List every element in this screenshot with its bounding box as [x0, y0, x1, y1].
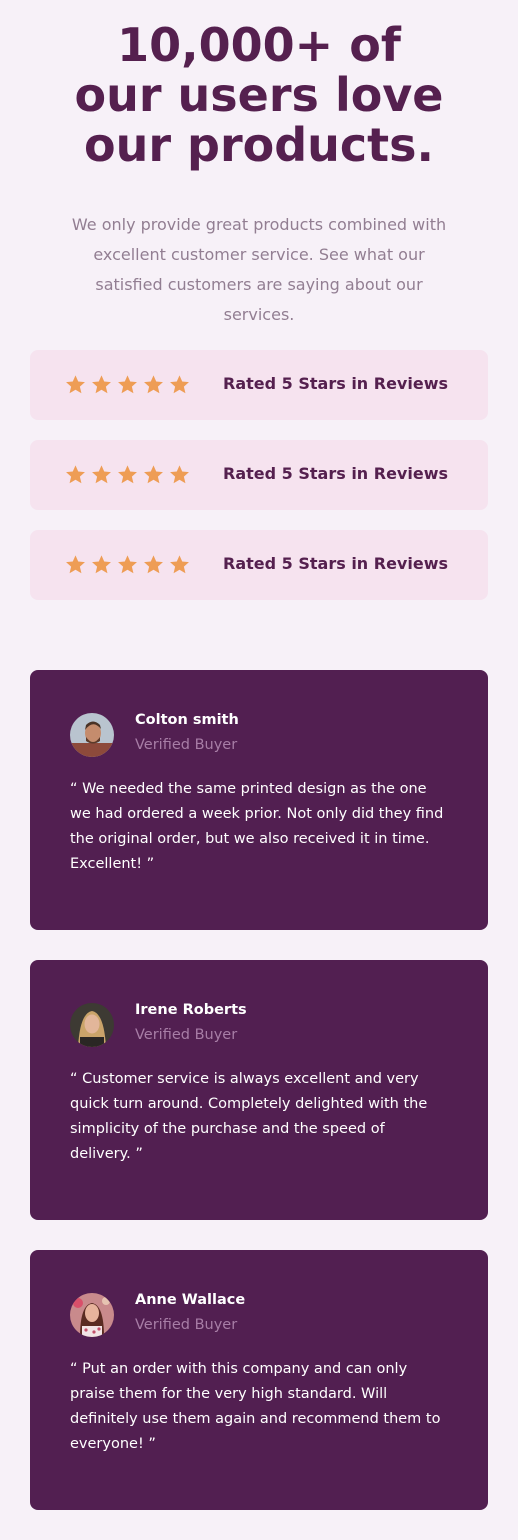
star-rating	[65, 374, 190, 396]
star-icon	[66, 555, 85, 574]
page-title-line-3: our products.	[83, 118, 435, 172]
social-proof-page: 10,000+ of our users love our products. …	[0, 0, 518, 1540]
page-title: 10,000+ of our users love our products.	[0, 20, 518, 170]
review-card: Colton smith Verified Buyer “ We needed …	[30, 670, 488, 930]
verified-buyer-label: Verified Buyer	[135, 1027, 238, 1043]
avatar	[70, 1003, 114, 1047]
star-icon	[144, 555, 163, 574]
page-title-line-2: our users love	[74, 68, 444, 122]
star-icon	[170, 375, 189, 394]
verified-buyer-label: Verified Buyer	[135, 1317, 238, 1333]
reviewer-name: Anne Wallace	[135, 1292, 246, 1308]
review-text: “ Customer service is always excellent a…	[70, 1071, 428, 1162]
star-icon	[66, 465, 85, 484]
rating-label: Rated 5 Stars in Reviews	[223, 554, 448, 573]
star-icon	[118, 465, 137, 484]
reviewer-name: Colton smith	[135, 712, 239, 728]
star-icon	[92, 375, 111, 394]
review-card: Anne Wallace Verified Buyer “ Put an ord…	[30, 1250, 488, 1510]
avatar	[70, 1293, 114, 1337]
star-icon	[66, 375, 85, 394]
review-text: “ Put an order with this company and can…	[70, 1361, 441, 1452]
star-rating	[65, 464, 190, 486]
rating-card: Rated 5 Stars in Reviews	[30, 530, 488, 600]
page-title-line-1: 10,000+ of	[117, 18, 401, 72]
verified-buyer-label: Verified Buyer	[135, 737, 238, 753]
star-icon	[144, 465, 163, 484]
star-rating	[65, 554, 190, 576]
star-icon	[170, 465, 189, 484]
rating-card: Rated 5 Stars in Reviews	[30, 350, 488, 420]
star-icon	[170, 555, 189, 574]
rating-card: Rated 5 Stars in Reviews	[30, 440, 488, 510]
review-text: “ We needed the same printed design as t…	[70, 781, 444, 872]
star-icon	[118, 555, 137, 574]
page-subtitle: We only provide great products combined …	[71, 215, 447, 324]
star-icon	[92, 555, 111, 574]
rating-label: Rated 5 Stars in Reviews	[223, 374, 448, 393]
star-icon	[144, 375, 163, 394]
star-icon	[118, 375, 137, 394]
avatar	[70, 713, 114, 757]
reviewer-name: Irene Roberts	[135, 1002, 247, 1018]
rating-label: Rated 5 Stars in Reviews	[223, 464, 448, 483]
star-icon	[92, 465, 111, 484]
review-card: Irene Roberts Verified Buyer “ Customer …	[30, 960, 488, 1220]
